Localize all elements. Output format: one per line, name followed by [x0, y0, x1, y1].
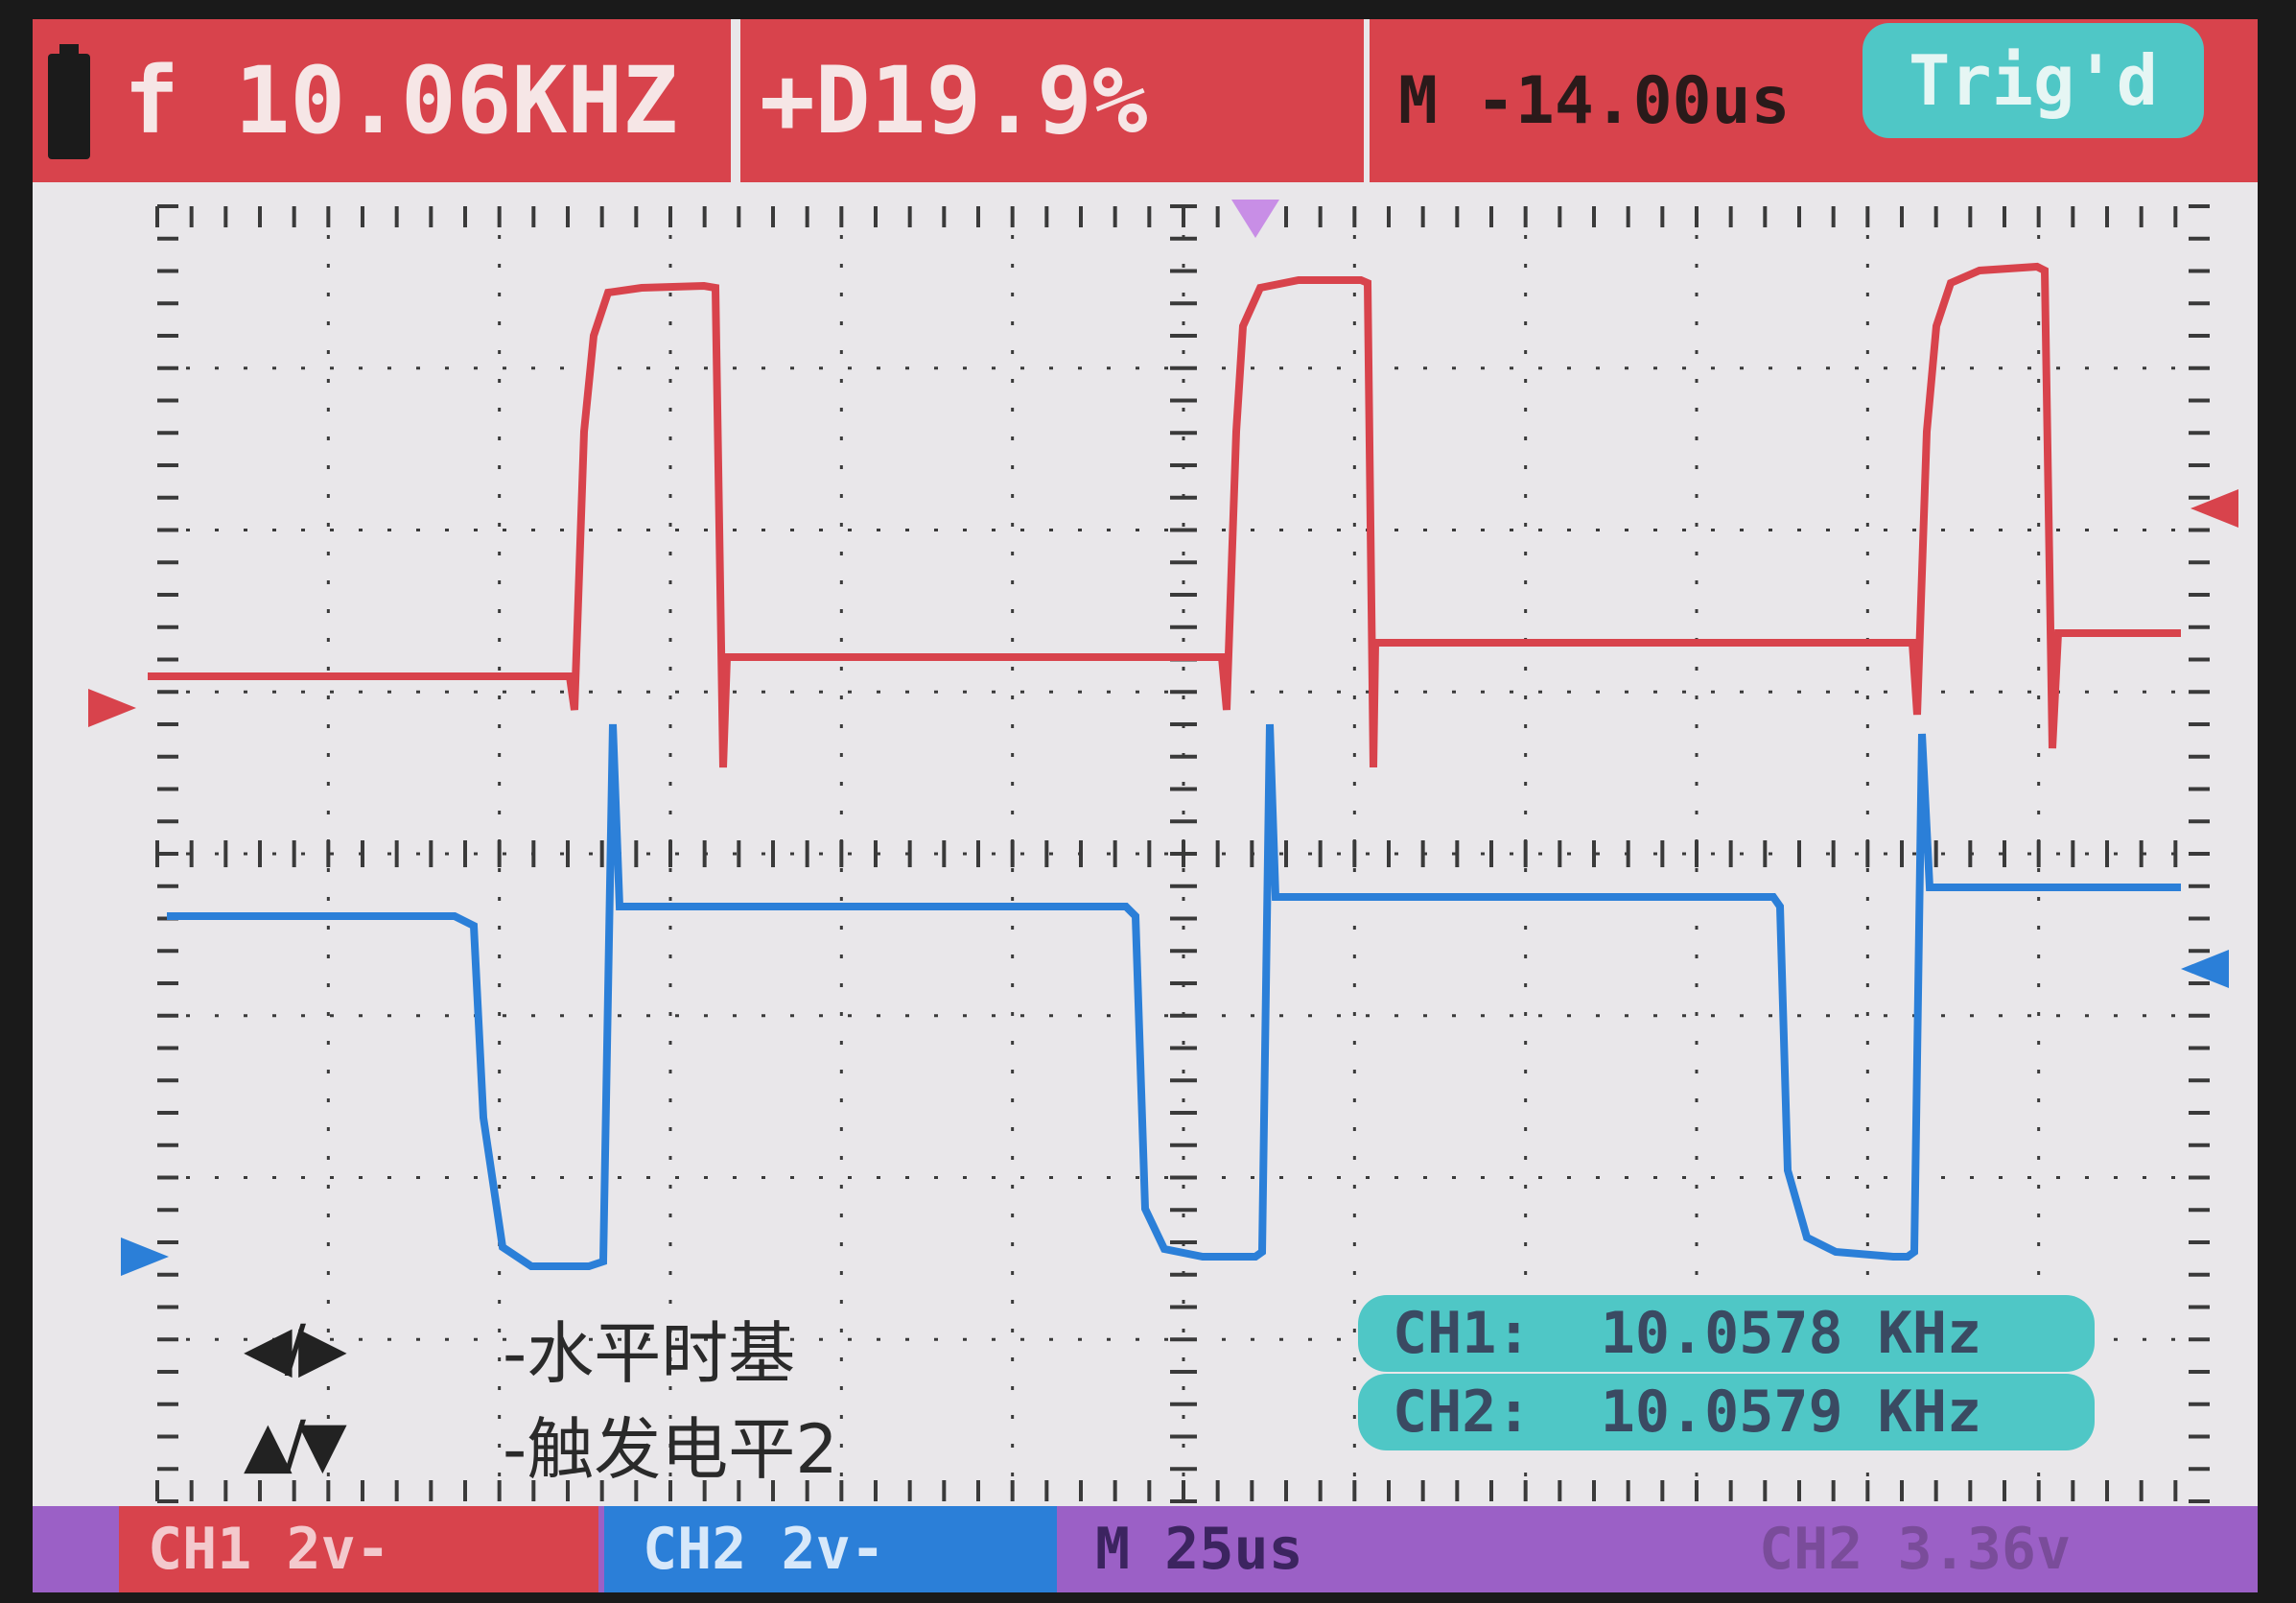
trigger-level-setting[interactable]: CH2 3.36v	[1721, 1506, 2238, 1592]
frequency-readout: f 10.06KHZ	[33, 19, 731, 182]
time-offset-readout: M -14.00us Trig'd	[1370, 19, 2258, 182]
ch1-scale[interactable]: CH1 2v-	[119, 1506, 598, 1592]
duty-cycle-readout: +D19.9%	[740, 19, 1364, 182]
ch2-frequency-measurement: CH2: 10.0579 KHz	[1358, 1374, 2095, 1450]
time-label: M	[1398, 62, 1438, 139]
ch1-right-level-marker-icon	[2191, 489, 2238, 528]
ch1-ground-marker-icon[interactable]	[88, 689, 136, 727]
help-trigger-level: ▲/▼ -触发电平2	[244, 1401, 838, 1489]
time-offset-value: -14.00us	[1475, 62, 1791, 139]
left-right-arrows-icon: ◀/▶	[244, 1310, 347, 1385]
help-text-timebase: -水平时基	[503, 1313, 796, 1393]
ch2-scale[interactable]: CH2 2v-	[604, 1506, 1057, 1592]
timebase-setting[interactable]: M 25us	[1057, 1506, 1632, 1592]
frequency-value: f 10.06KHZ	[124, 47, 678, 154]
help-horizontal-timebase: ◀/▶ -水平时基	[244, 1305, 795, 1393]
up-down-arrows-icon: ▲/▼	[244, 1406, 347, 1481]
battery-icon	[48, 44, 90, 159]
help-text-trigger-level: -触发电平2	[503, 1409, 838, 1489]
oscilloscope-screen: f 10.06KHZ +D19.9% M -14.00us Trig'd ◀/▶…	[33, 19, 2258, 1592]
trigger-position-marker-icon[interactable]	[1231, 200, 1279, 238]
ch2-waveform	[167, 723, 2181, 1270]
duty-cycle-value: +D19.9%	[760, 47, 1148, 154]
ch1-frequency-measurement: CH1: 10.0578 KHz	[1358, 1295, 2095, 1372]
trigger-status-badge: Trig'd	[1863, 23, 2204, 138]
